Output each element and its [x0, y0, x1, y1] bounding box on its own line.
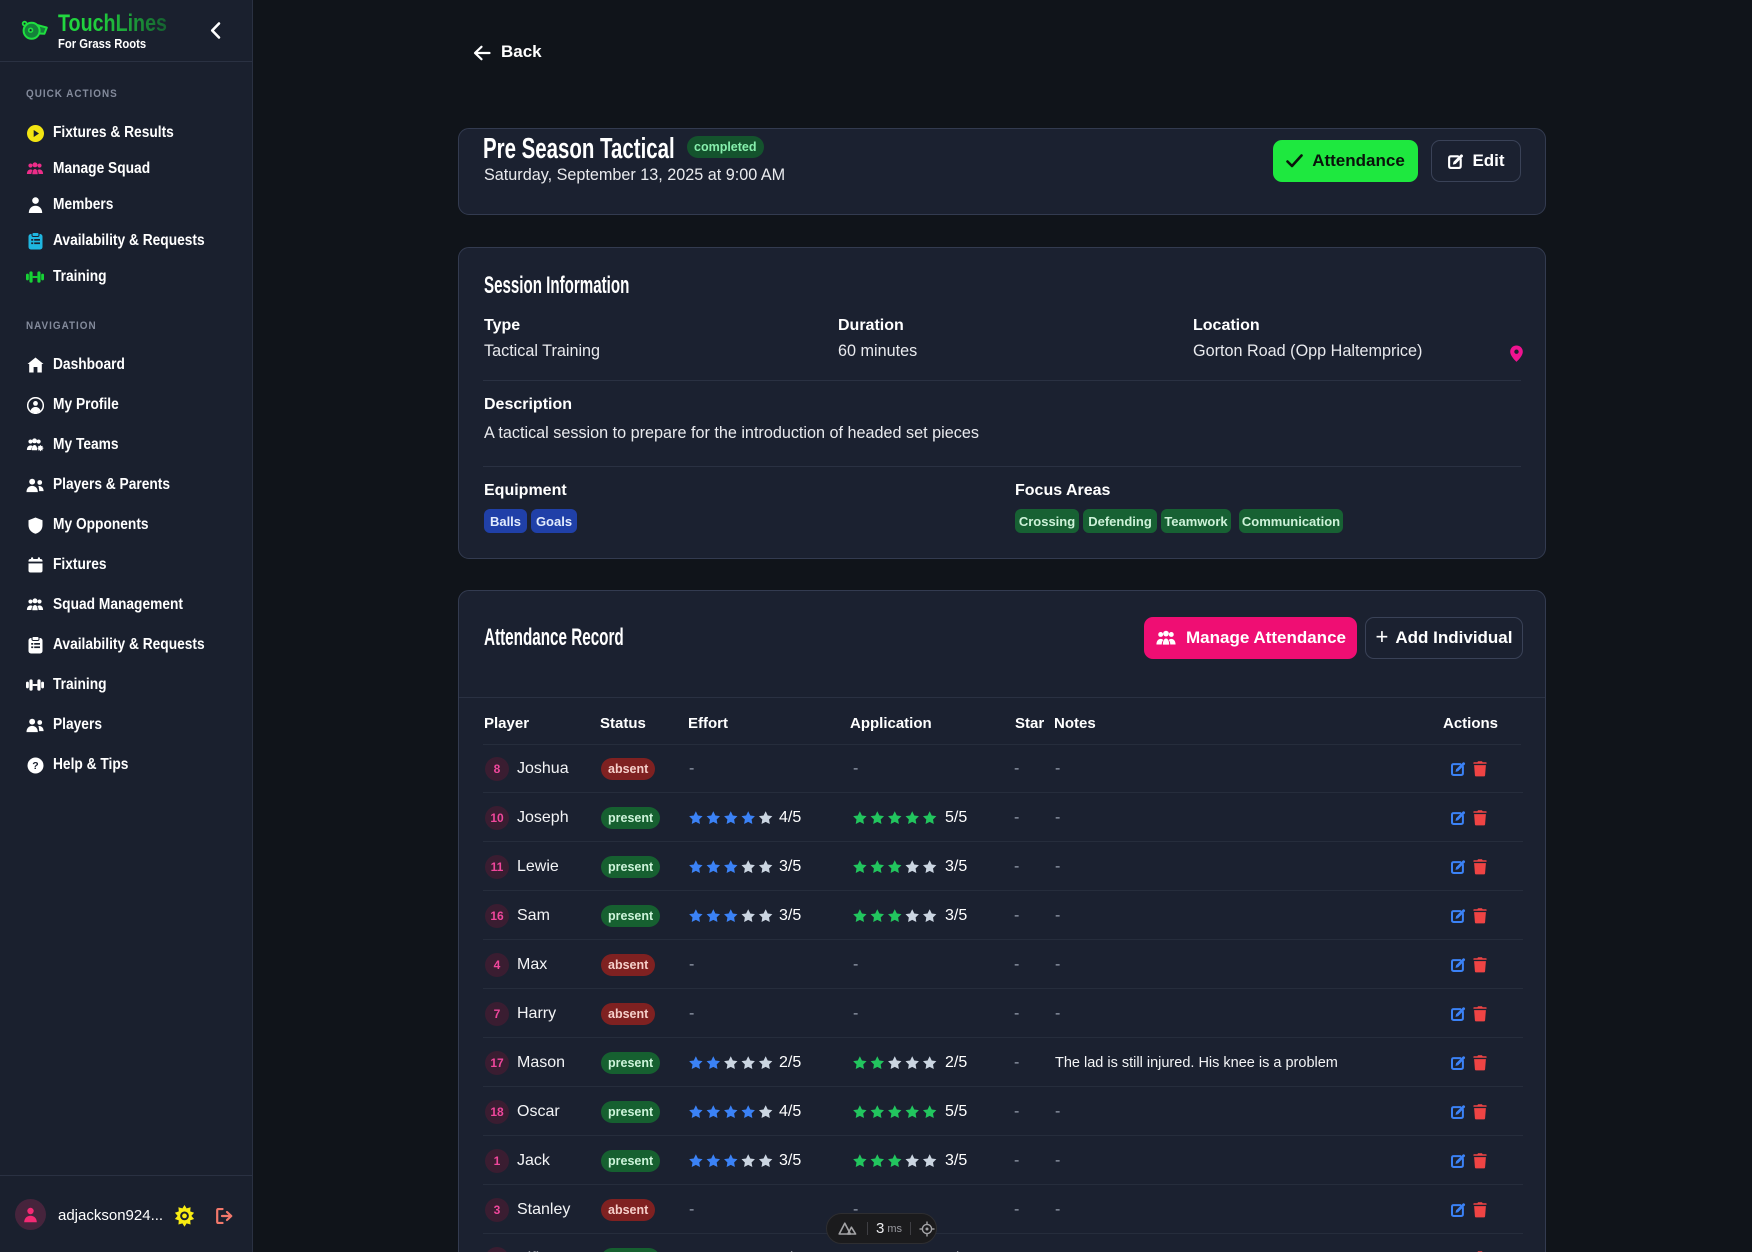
svg-text:?: ?: [32, 760, 38, 772]
